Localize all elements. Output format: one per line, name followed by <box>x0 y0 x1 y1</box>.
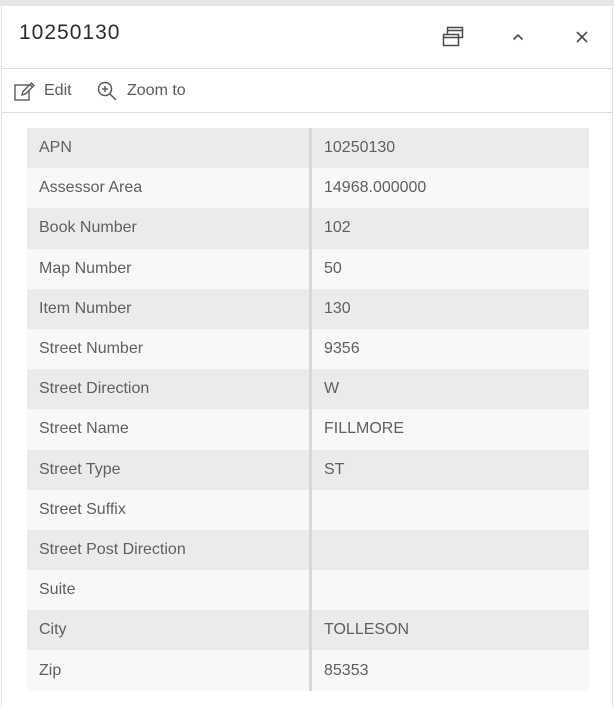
collapse-button[interactable] <box>501 20 535 54</box>
field-value: TOLLESON <box>310 610 589 651</box>
field-value: 14968.000000 <box>310 168 589 209</box>
field-name: Suite <box>27 570 312 611</box>
table-row: Book Number 102 <box>27 208 589 249</box>
field-value: W <box>310 369 589 410</box>
popup-content: APN 10250130 Assessor Area 14968.000000 … <box>2 113 612 707</box>
field-value: 102 <box>310 208 589 249</box>
field-name: Street Direction <box>27 369 312 410</box>
field-name: Book Number <box>27 208 312 249</box>
close-icon <box>576 31 588 43</box>
table-row: Street Post Direction <box>27 529 589 571</box>
field-name: APN <box>27 128 312 169</box>
table-row: Item Number 130 <box>27 288 589 329</box>
edit-icon <box>14 81 35 101</box>
field-value: 85353 <box>310 650 589 691</box>
field-name: Map Number <box>27 248 312 289</box>
popup-title: 10250130 <box>19 21 121 44</box>
field-name: Zip <box>27 650 312 691</box>
table-row: Street Direction W <box>27 369 589 410</box>
field-name: Assessor Area <box>27 168 312 209</box>
table-row: City TOLLESON <box>27 610 589 651</box>
field-value: FILLMORE <box>310 409 589 450</box>
table-row: APN 10250130 <box>27 128 589 169</box>
table-row: Suite <box>27 570 589 611</box>
edit-button[interactable]: Edit <box>13 69 72 112</box>
field-value: 50 <box>310 248 589 289</box>
field-value: 10250130 <box>310 128 589 169</box>
field-value: ST <box>310 449 589 490</box>
dock-icon <box>442 26 464 47</box>
close-button[interactable] <box>565 20 599 54</box>
attribute-table: APN 10250130 Assessor Area 14968.000000 … <box>27 128 589 691</box>
table-row: Street Suffix <box>27 489 589 530</box>
dock-button[interactable] <box>436 20 470 54</box>
field-name: Street Number <box>27 328 312 370</box>
field-value <box>310 489 589 530</box>
popup-header: 10250130 <box>2 6 612 69</box>
popup-panel: 10250130 Edit Zoom to APN 10250130 Asses… <box>1 6 613 707</box>
table-row: Street Name FILLMORE <box>27 409 589 450</box>
field-name: Street Post Direction <box>27 529 312 571</box>
table-row: Assessor Area 14968.000000 <box>27 168 589 209</box>
field-name: Street Type <box>27 449 312 490</box>
table-row: Zip 85353 <box>27 650 589 691</box>
field-name: Street Suffix <box>27 489 312 530</box>
field-name: City <box>27 610 312 651</box>
field-value <box>310 570 589 611</box>
popup-actions-toolbar: Edit Zoom to <box>2 69 612 113</box>
field-value <box>310 529 589 571</box>
field-name: Item Number <box>27 288 312 329</box>
field-value: 9356 <box>310 328 589 370</box>
zoom-in-icon <box>97 81 117 101</box>
zoom-to-button[interactable]: Zoom to <box>96 69 186 112</box>
table-row: Map Number 50 <box>27 248 589 289</box>
table-row: Street Number 9356 <box>27 328 589 370</box>
field-name: Street Name <box>27 409 312 450</box>
zoom-to-label: Zoom to <box>127 81 186 99</box>
edit-label: Edit <box>44 81 72 99</box>
field-value: 130 <box>310 288 589 329</box>
chevron-up-icon <box>512 33 524 41</box>
table-row: Street Type ST <box>27 449 589 490</box>
